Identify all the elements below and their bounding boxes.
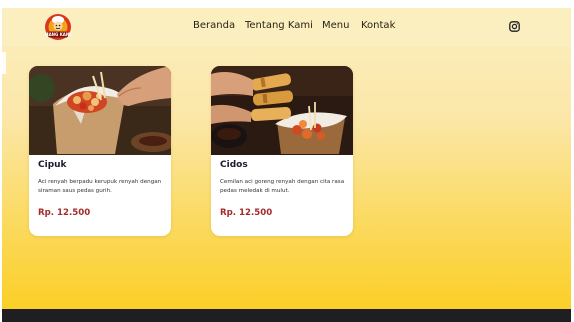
navbar: MANG KAMI Beranda Tentang Kami Menu Kont… bbox=[2, 8, 571, 46]
nav-link-beranda[interactable]: Beranda bbox=[193, 20, 235, 31]
menu-item-price: Rp. 12.500 bbox=[220, 208, 273, 218]
cidos-food-image bbox=[211, 66, 353, 155]
instagram-icon[interactable] bbox=[509, 21, 520, 32]
menu-item-title: Cidos bbox=[220, 160, 248, 170]
nav-link-menu[interactable]: Menu bbox=[322, 20, 349, 31]
nav-link-tentang-kami[interactable]: Tentang Kami bbox=[245, 20, 313, 31]
page-background: MANG KAMI Beranda Tentang Kami Menu Kont… bbox=[2, 8, 571, 322]
cipuk-food-image bbox=[29, 66, 171, 155]
menu-item-description: Cemilan aci goreng renyah dengan cita ra… bbox=[220, 179, 345, 194]
menu-item-title: Cipuk bbox=[38, 160, 67, 170]
menu-card-cipuk[interactable]: Cipuk Aci renyah berpadu kerupuk renyah … bbox=[29, 66, 171, 236]
menu-item-price: Rp. 12.500 bbox=[38, 208, 91, 218]
menu-card-cidos[interactable]: Cidos Cemilan aci goreng renyah dengan c… bbox=[211, 66, 353, 236]
side-tab-marker bbox=[2, 52, 6, 74]
nav-links: Beranda Tentang Kami Menu Kontak bbox=[2, 20, 571, 34]
nav-link-kontak[interactable]: Kontak bbox=[361, 20, 395, 31]
menu-item-description: Aci renyah berpadu kerupuk renyah dengan… bbox=[38, 179, 162, 194]
footer-bar bbox=[2, 309, 571, 322]
